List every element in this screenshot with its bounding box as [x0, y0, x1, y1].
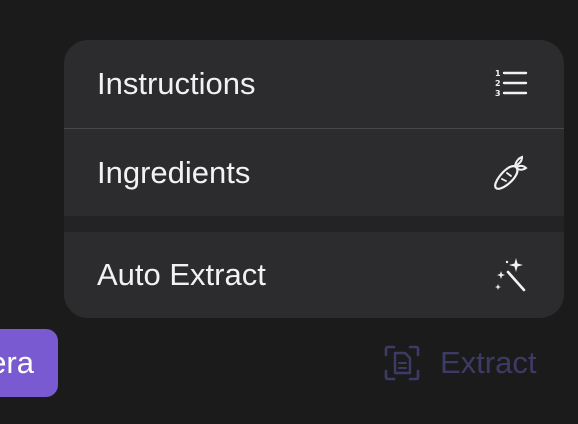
menu-item-auto-extract[interactable]: Auto Extract	[64, 232, 564, 318]
numbered-list-icon: 1 2 3	[492, 66, 528, 102]
svg-text:2: 2	[495, 79, 501, 88]
menu-item-instructions[interactable]: Instructions 1 2 3	[64, 40, 564, 128]
context-menu: Instructions 1 2 3 Ingredients Auto Extr…	[64, 40, 564, 318]
menu-item-label: Auto Extract	[97, 257, 266, 292]
svg-text:3: 3	[495, 89, 501, 98]
magic-wand-icon	[492, 257, 528, 293]
camera-button-label: era	[0, 345, 34, 380]
document-scan-icon	[382, 343, 422, 383]
menu-item-label: Instructions	[97, 66, 256, 101]
app-screen: Instructions 1 2 3 Ingredients Auto Extr…	[0, 0, 578, 424]
extract-button-label: Extract	[440, 345, 537, 380]
camera-button[interactable]: era	[0, 329, 58, 397]
menu-section-separator	[64, 216, 564, 232]
menu-item-ingredients[interactable]: Ingredients	[64, 129, 564, 216]
extract-button[interactable]: Extract	[382, 340, 552, 386]
menu-item-label: Ingredients	[97, 154, 251, 190]
svg-text:1: 1	[495, 69, 501, 78]
carrot-icon	[492, 155, 528, 191]
